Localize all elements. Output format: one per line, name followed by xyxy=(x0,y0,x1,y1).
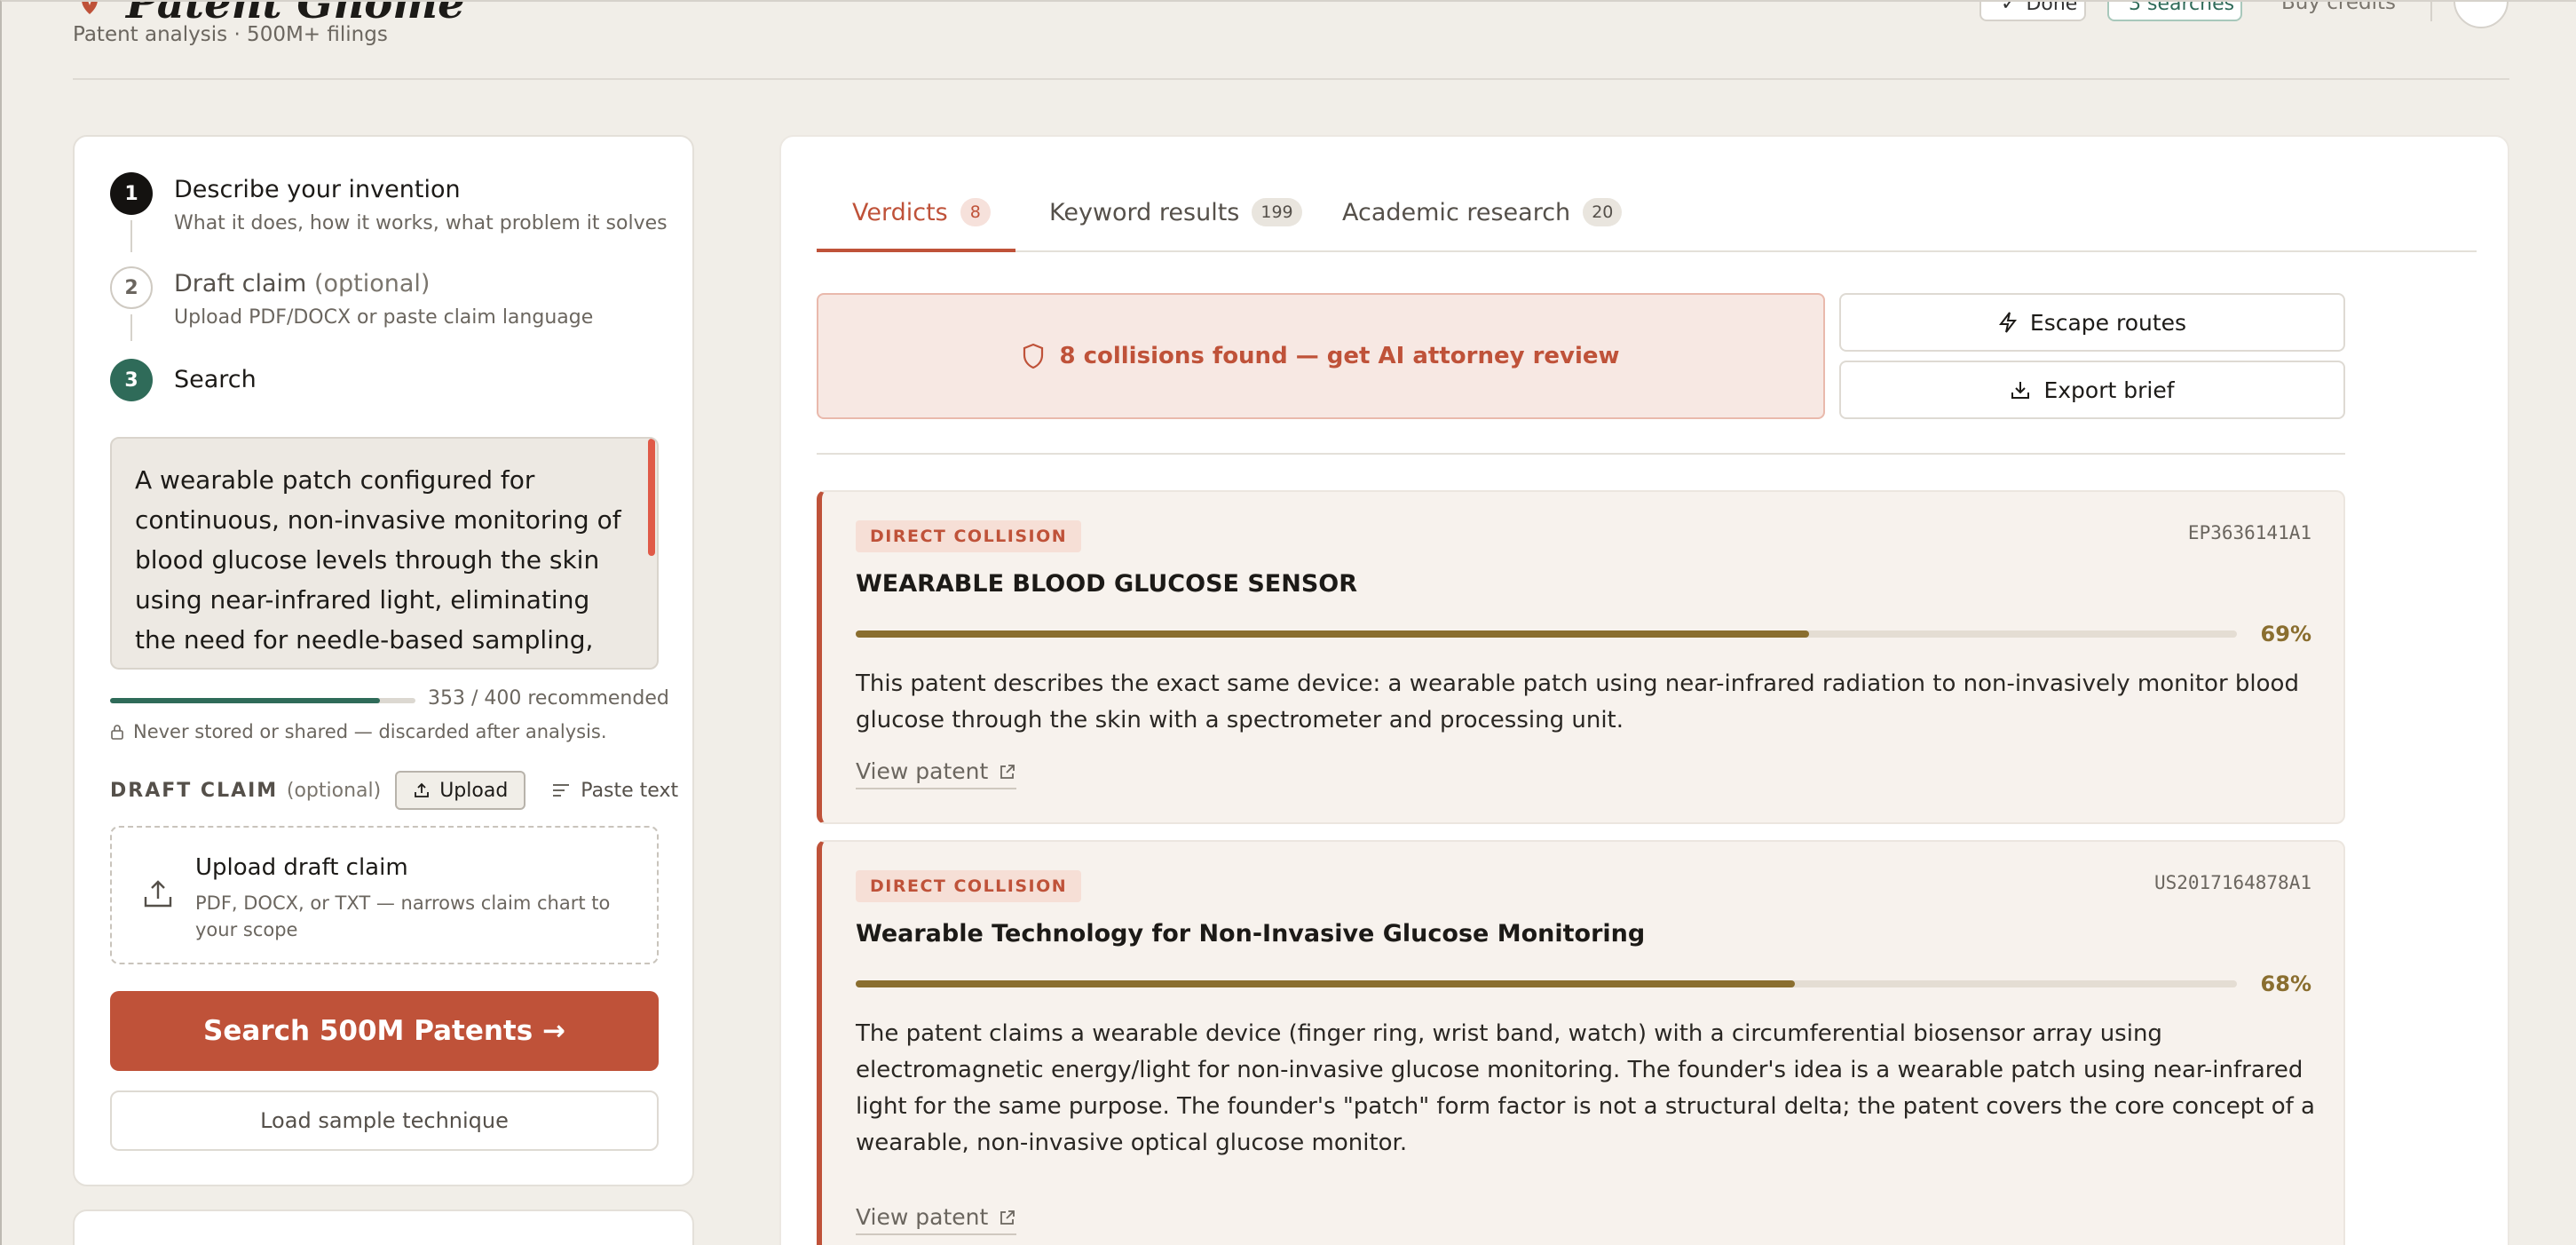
buy-credits-link[interactable]: Buy credits xyxy=(2281,2,2396,14)
similarity-score: 68% xyxy=(2260,971,2311,996)
patent-id: US2017164878A1 xyxy=(2153,872,2311,893)
tab-academic-research[interactable]: Academic research 20 xyxy=(1342,172,1623,252)
draft-claim-label: DRAFT CLAIM (optional) xyxy=(110,779,382,802)
invention-input-panel: 1 Describe your invention What it does, … xyxy=(73,135,694,1186)
similarity-meter xyxy=(856,980,2237,987)
app-window: Patent Gnome Patent analysis · 500M+ fil… xyxy=(0,0,2576,1245)
results-panel: Verdicts 8 Keyword results 199 Academic … xyxy=(779,135,2509,1245)
header-divider xyxy=(2430,2,2432,21)
similarity-meter-fill xyxy=(856,980,1796,987)
privacy-note: Never stored or shared — discarded after… xyxy=(110,721,607,742)
user-avatar-icon[interactable] xyxy=(2454,2,2509,28)
tab-count-badge: 8 xyxy=(960,198,991,226)
textarea-scrollbar[interactable] xyxy=(648,439,655,556)
escape-routes-button[interactable]: Escape routes xyxy=(1839,293,2345,352)
char-count-label: 353 / 400 recommended xyxy=(428,687,669,710)
similarity-meter xyxy=(856,630,2237,638)
active-tab-indicator xyxy=(817,249,1015,252)
tab-count-badge: 199 xyxy=(1252,198,1302,226)
invention-description-input[interactable]: A wearable patch configured for continuo… xyxy=(110,437,659,670)
search-patents-button[interactable]: Search 500M Patents → xyxy=(110,991,659,1071)
patent-title: WEARABLE BLOOD GLUCOSE SENSOR xyxy=(856,570,1358,598)
export-brief-button[interactable]: Export brief xyxy=(1839,361,2345,419)
step-number: 3 xyxy=(110,359,153,401)
step-title: Describe your invention xyxy=(174,176,461,203)
draft-claim-dropzone[interactable]: Upload draft claim PDF, DOCX, or TXT — n… xyxy=(110,826,659,964)
view-patent-link[interactable]: View patent xyxy=(856,1204,1017,1235)
paste-label: Paste text xyxy=(581,779,679,802)
tab-count-badge: 20 xyxy=(1583,198,1623,226)
view-patent-label: View patent xyxy=(856,1204,989,1230)
view-patent-label: View patent xyxy=(856,758,989,784)
searches-chip[interactable]: 3 searches xyxy=(2107,2,2242,21)
text-lines-icon xyxy=(553,784,570,797)
collision-badge: DIRECT COLLISION xyxy=(856,870,1082,902)
brand-subtitle: Patent analysis · 500M+ filings xyxy=(73,23,388,46)
tab-label: Keyword results xyxy=(1049,198,1240,226)
external-link-icon xyxy=(1000,1209,1015,1225)
step-title: Search xyxy=(174,366,257,393)
step-search: 3 Search xyxy=(110,359,257,401)
shield-icon xyxy=(1023,343,1044,369)
patent-title: Wearable Technology for Non-Invasive Glu… xyxy=(856,920,1646,948)
lightning-icon xyxy=(1998,312,2017,333)
collision-badge: DIRECT COLLISION xyxy=(856,520,1082,552)
verdict-card: DIRECT COLLISION US2017164878A1 Wearable… xyxy=(817,840,2345,1245)
dropzone-title: Upload draft claim xyxy=(195,854,408,881)
verdict-card: DIRECT COLLISION EP3636141A1 WEARABLE BL… xyxy=(817,490,2345,824)
secondary-panel xyxy=(73,1209,694,1245)
paste-text-button[interactable]: Paste text xyxy=(543,771,687,810)
char-count-progress-fill xyxy=(110,698,380,703)
upload-icon xyxy=(144,880,172,908)
export-brief-label: Export brief xyxy=(2043,377,2175,403)
step-description: What it does, how it works, what problem… xyxy=(174,212,668,234)
lock-icon xyxy=(111,725,123,740)
invention-text: A wearable patch configured for continuo… xyxy=(135,465,621,668)
upload-icon xyxy=(415,782,430,797)
done-label: Done xyxy=(2026,0,2078,15)
patent-id: EP3636141A1 xyxy=(2187,522,2311,543)
tab-label: Verdicts xyxy=(852,198,948,226)
brand-logo-icon xyxy=(82,2,98,14)
section-divider xyxy=(817,453,2345,455)
step-number: 1 xyxy=(110,172,153,215)
external-link-icon xyxy=(1000,764,1015,779)
done-chip[interactable]: ✓ Done xyxy=(1979,0,2086,21)
results-tabs: Verdicts 8 Keyword results 199 Academic … xyxy=(817,172,2477,252)
tab-keyword-results[interactable]: Keyword results 199 xyxy=(1049,172,1302,252)
upload-toggle-button[interactable]: Upload xyxy=(395,771,526,810)
dropzone-description: PDF, DOCX, or TXT — narrows claim chart … xyxy=(195,892,611,940)
download-icon xyxy=(2011,382,2030,399)
escape-routes-label: Escape routes xyxy=(2029,309,2187,336)
step-describe: 1 Describe your invention What it does, … xyxy=(110,172,668,234)
similarity-score: 69% xyxy=(2260,622,2311,646)
view-patent-link[interactable]: View patent xyxy=(856,758,1017,789)
draft-claim-row: DRAFT CLAIM (optional) Upload Paste text xyxy=(110,771,687,810)
step-description: Upload PDF/DOCX or paste claim language xyxy=(174,306,594,329)
similarity-meter-fill xyxy=(856,630,1809,638)
check-icon: ✓ xyxy=(2001,0,2018,15)
collision-alert-text: 8 collisions found — get AI attorney rev… xyxy=(1059,343,1620,369)
step-draft-claim: 2 Draft claim (optional) Upload PDF/DOCX… xyxy=(110,266,593,329)
collision-alert-button[interactable]: 8 collisions found — get AI attorney rev… xyxy=(817,293,1825,419)
verdict-description: This patent describes the exact same dev… xyxy=(856,670,2299,734)
top-header: Patent Gnome Patent analysis · 500M+ fil… xyxy=(73,2,2509,80)
upload-label: Upload xyxy=(439,779,509,802)
privacy-text: Never stored or shared — discarded after… xyxy=(133,721,607,742)
step-number: 2 xyxy=(110,266,153,309)
tab-verdicts[interactable]: Verdicts 8 xyxy=(852,172,991,252)
tab-label: Academic research xyxy=(1342,198,1571,226)
char-count-progress xyxy=(110,698,415,703)
verdict-description: The patent claims a wearable device (fin… xyxy=(856,1020,2315,1156)
step-title: Draft claim (optional) xyxy=(174,270,431,297)
load-sample-button[interactable]: Load sample technique xyxy=(110,1090,659,1151)
